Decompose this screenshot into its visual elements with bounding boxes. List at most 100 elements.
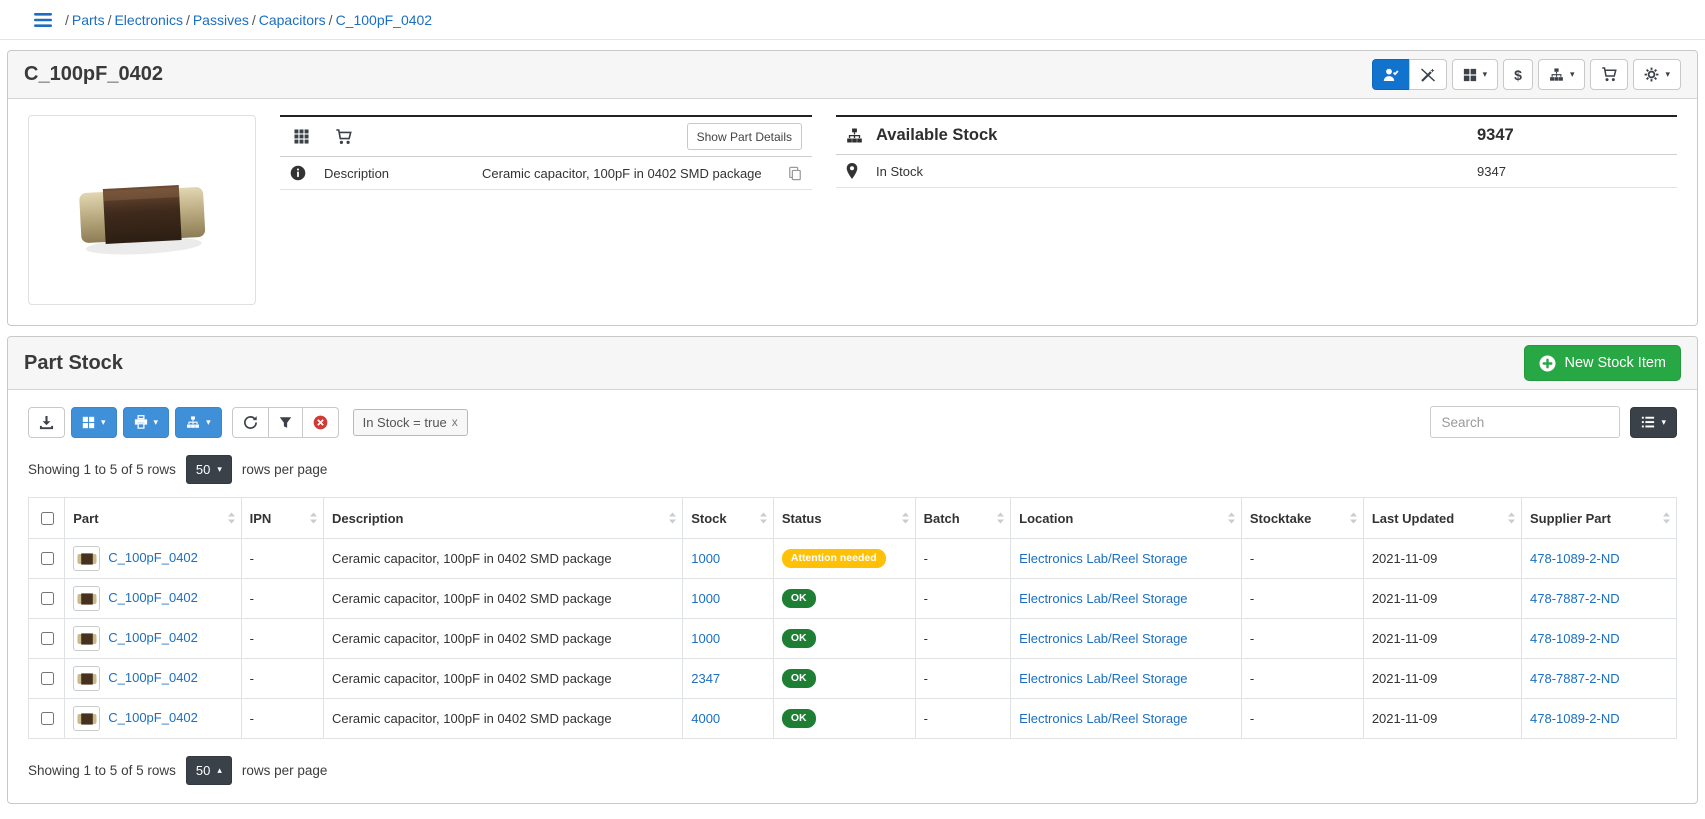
in-stock-value: 9347 — [1477, 164, 1667, 179]
location-link[interactable]: Electronics Lab/Reel Storage — [1019, 671, 1187, 686]
stock-link[interactable]: 2347 — [691, 671, 720, 686]
status-badge: OK — [782, 669, 816, 688]
page-size-dropdown-top[interactable]: 50 ▾ — [186, 455, 232, 484]
supplier-part-link[interactable]: 478-1089-2-ND — [1530, 551, 1620, 566]
capacitor-thumb-image — [77, 632, 97, 646]
location-cell: Electronics Lab/Reel Storage — [1011, 619, 1242, 659]
part-stock-panel: Part Stock New Stock Item ▾ — [7, 336, 1698, 804]
column-header-part[interactable]: Part — [65, 498, 241, 539]
column-header-stock[interactable]: Stock — [683, 498, 774, 539]
cart-icon — [1601, 67, 1617, 82]
part-link[interactable]: C_100pF_0402 — [108, 670, 198, 685]
part-link[interactable]: C_100pF_0402 — [108, 590, 198, 605]
breadcrumb-link[interactable]: C_100pF_0402 — [336, 12, 433, 28]
breadcrumb-link[interactable]: Capacitors — [259, 12, 326, 28]
row-checkbox[interactable] — [41, 672, 54, 685]
part-image[interactable] — [28, 115, 256, 305]
row-checkbox[interactable] — [41, 712, 54, 725]
filter-button[interactable] — [268, 407, 303, 438]
columns-dropdown[interactable]: ▾ — [71, 407, 117, 438]
part-thumbnail[interactable] — [73, 586, 100, 611]
capacitor-thumb-image — [77, 592, 97, 606]
stock-link[interactable]: 1000 — [691, 591, 720, 606]
part-thumbnail[interactable] — [73, 546, 100, 571]
location-link[interactable]: Electronics Lab/Reel Storage — [1019, 631, 1187, 646]
pricing-button[interactable]: $ — [1503, 59, 1533, 90]
stock-actions-dropdown[interactable]: ▾ — [1538, 59, 1586, 90]
column-header-batch[interactable]: Batch — [915, 498, 1011, 539]
details-cart-button[interactable] — [331, 127, 356, 147]
row-checkbox[interactable] — [41, 632, 54, 645]
supplier-part-link[interactable]: 478-1089-2-ND — [1530, 711, 1620, 726]
row-checkbox[interactable] — [41, 592, 54, 605]
column-header-description[interactable]: Description — [323, 498, 682, 539]
part-thumbnail[interactable] — [73, 706, 100, 731]
part-thumbnail[interactable] — [73, 626, 100, 651]
column-header-location[interactable]: Location — [1011, 498, 1242, 539]
search-input[interactable] — [1430, 406, 1620, 438]
stock-table-body: C_100pF_0402 - Ceramic capacitor, 100pF … — [29, 539, 1677, 739]
supplier-part-link[interactable]: 478-7887-2-ND — [1530, 671, 1620, 686]
location-link[interactable]: Electronics Lab/Reel Storage — [1019, 711, 1187, 726]
menu-button[interactable] — [30, 11, 56, 29]
print-dropdown[interactable]: ▾ — [123, 407, 170, 438]
stock-link[interactable]: 1000 — [691, 551, 720, 566]
select-all-checkbox[interactable] — [41, 512, 54, 525]
copy-button[interactable] — [788, 166, 802, 181]
status-cell: OK — [773, 619, 915, 659]
wand-slash-button[interactable] — [1409, 59, 1447, 90]
supplier-part-link[interactable]: 478-7887-2-ND — [1530, 591, 1620, 606]
export-download-button[interactable] — [28, 407, 65, 438]
show-part-details-button[interactable]: Show Part Details — [687, 123, 802, 150]
location-link[interactable]: Electronics Lab/Reel Storage — [1019, 591, 1187, 606]
column-header-last-updated[interactable]: Last Updated — [1363, 498, 1521, 539]
row-checkbox[interactable] — [41, 552, 54, 565]
stock-options-dropdown[interactable]: ▾ — [175, 407, 222, 438]
details-grid-button[interactable] — [290, 127, 313, 146]
hamburger-icon — [34, 13, 52, 27]
column-header-status[interactable]: Status — [773, 498, 915, 539]
table-row: C_100pF_0402 - Ceramic capacitor, 100pF … — [29, 659, 1677, 699]
batch-cell: - — [915, 579, 1011, 619]
part-link[interactable]: C_100pF_0402 — [108, 710, 198, 725]
part-detail-panel: C_100pF_0402 ▾ — [7, 50, 1698, 326]
breadcrumb-link[interactable]: Parts — [72, 12, 105, 28]
part-actions-dropdown[interactable]: ▾ — [1633, 59, 1681, 90]
part-link[interactable]: C_100pF_0402 — [108, 630, 198, 645]
stock-link[interactable]: 1000 — [691, 631, 720, 646]
display-options-dropdown[interactable]: ▾ — [1452, 59, 1499, 90]
breadcrumb-link[interactable]: Passives — [193, 12, 249, 28]
rows-per-page-label: rows per page — [242, 763, 328, 778]
capacitor-image — [59, 153, 224, 266]
location-link[interactable]: Electronics Lab/Reel Storage — [1019, 551, 1187, 566]
refresh-button[interactable] — [232, 407, 269, 438]
part-link[interactable]: C_100pF_0402 — [108, 550, 198, 565]
sort-icon — [760, 513, 767, 524]
part-thumbnail[interactable] — [73, 666, 100, 691]
part-detail-header: C_100pF_0402 ▾ — [8, 51, 1697, 99]
order-actions-button[interactable] — [1590, 59, 1628, 90]
breadcrumb-link[interactable]: Electronics — [114, 12, 182, 28]
page-size-dropdown-bottom[interactable]: 50 ▴ — [186, 756, 232, 785]
column-header-stocktake[interactable]: Stocktake — [1241, 498, 1363, 539]
user-subscribe-button[interactable] — [1372, 59, 1410, 90]
stock-link[interactable]: 4000 — [691, 711, 720, 726]
column-header-label: IPN — [250, 511, 272, 526]
plus-circle-icon — [1539, 355, 1556, 372]
ipn-cell: - — [241, 619, 323, 659]
capacitor-thumb-image — [77, 672, 97, 686]
column-header-supplier-part[interactable]: Supplier Part — [1522, 498, 1677, 539]
last-updated-cell: 2021-11-09 — [1363, 659, 1521, 699]
filter-chip-remove[interactable]: x — [452, 415, 458, 429]
last-updated-cell: 2021-11-09 — [1363, 579, 1521, 619]
new-stock-item-button[interactable]: New Stock Item — [1524, 345, 1681, 381]
download-icon — [39, 415, 54, 430]
column-header-ipn[interactable]: IPN — [241, 498, 323, 539]
supplier-part-link[interactable]: 478-1089-2-ND — [1530, 631, 1620, 646]
sort-icon — [228, 513, 235, 524]
stock-cell: 1000 — [683, 619, 774, 659]
view-toggle-dropdown[interactable]: ▾ — [1630, 407, 1677, 438]
status-badge: Attention needed — [782, 549, 886, 568]
clear-filters-button[interactable] — [302, 407, 339, 438]
info-icon — [290, 165, 324, 181]
